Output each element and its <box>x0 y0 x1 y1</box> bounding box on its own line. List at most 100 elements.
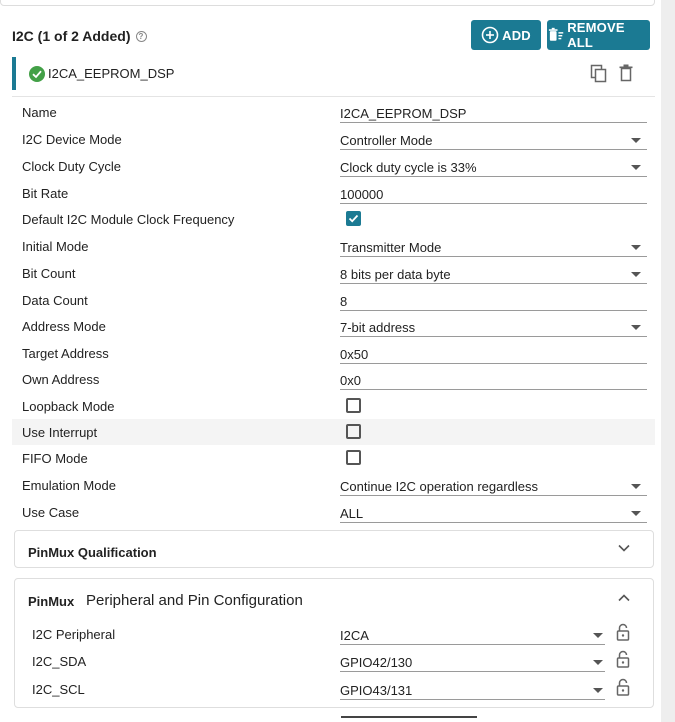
default-clock-checkbox[interactable] <box>346 211 361 226</box>
field-value: 0x0 <box>340 373 361 388</box>
field-label: Data Count <box>22 293 88 308</box>
use-case-select[interactable]: ALL <box>340 502 647 523</box>
duty-cycle-select[interactable]: Clock duty cycle is 33% <box>340 156 647 177</box>
pin-label: I2C_SCL <box>32 682 85 697</box>
scrollbar-track[interactable] <box>661 0 675 722</box>
i2c-config-panel: I2C (1 of 2 Added) ? ADD REMOVE ALL I2CA… <box>0 0 661 722</box>
device-mode-select[interactable]: Controller Mode <box>340 129 647 150</box>
section-title: I2C (1 of 2 Added) <box>12 28 131 44</box>
divider <box>12 96 655 97</box>
remove-all-button-label: REMOVE ALL <box>567 20 625 50</box>
field-row-address-mode: Address Mode 7-bit address <box>12 313 655 339</box>
field-label: Target Address <box>22 346 109 361</box>
initial-mode-select[interactable]: Transmitter Mode <box>340 236 647 257</box>
instance-name: I2CA_EEPROM_DSP <box>48 66 175 81</box>
field-label: Clock Duty Cycle <box>22 159 121 174</box>
name-input[interactable]: I2CA_EEPROM_DSP <box>340 102 647 123</box>
data-count-input[interactable]: 8 <box>340 290 647 311</box>
remove-all-button[interactable]: REMOVE ALL <box>547 20 650 50</box>
pinmux-qualification-panel[interactable]: PinMux Qualification <box>14 530 654 568</box>
field-value: 8 bits per data byte <box>340 267 451 282</box>
pin-value: I2CA <box>340 628 369 643</box>
caret-down-icon <box>631 511 641 516</box>
field-label: I2C Device Mode <box>22 132 122 147</box>
help-circle-icon[interactable]: ? <box>135 30 147 42</box>
trash-icon[interactable] <box>619 64 633 82</box>
caret-down-icon <box>631 245 641 250</box>
field-label: Emulation Mode <box>22 478 116 493</box>
pin-value: GPIO42/130 <box>340 655 413 670</box>
field-label: Bit Count <box>22 266 76 281</box>
lock-open-icon[interactable] <box>616 623 630 641</box>
panel-title: PinMux <box>28 594 75 609</box>
check-circle-icon <box>29 65 45 82</box>
pin-row-scl: I2C_SCL GPIO43/131 <box>29 676 649 702</box>
field-value: 100000 <box>340 187 384 202</box>
chevron-down-icon[interactable] <box>617 543 631 553</box>
field-row-target-address: Target Address 0x50 <box>12 340 655 366</box>
add-button-label: ADD <box>502 27 531 43</box>
field-row-use-case: Use Case ALL <box>12 499 655 525</box>
emulation-mode-select[interactable]: Continue I2C operation regardless <box>340 475 647 496</box>
field-label: Initial Mode <box>22 239 89 254</box>
field-label: Address Mode <box>22 319 106 334</box>
bit-rate-input[interactable]: 100000 <box>340 183 647 204</box>
field-label: Bit Rate <box>22 186 69 201</box>
sda-select[interactable]: GPIO42/130 <box>340 651 605 672</box>
field-row-data-count: Data Count 8 <box>12 287 655 313</box>
panel-subtitle: Peripheral and Pin Configuration <box>86 592 303 609</box>
use-interrupt-checkbox[interactable] <box>346 424 361 439</box>
field-value: Controller Mode <box>340 133 433 148</box>
field-row-use-interrupt: Use Interrupt <box>12 419 655 445</box>
own-address-input[interactable]: 0x0 <box>340 369 647 390</box>
plus-circle-icon <box>481 26 499 44</box>
field-row-duty-cycle: Clock Duty Cycle Clock duty cycle is 33% <box>12 153 655 179</box>
field-label: Use Case <box>22 505 80 520</box>
delete-sweep-icon <box>548 27 564 41</box>
pin-row-peripheral: I2C Peripheral I2CA <box>29 621 649 647</box>
field-value: Continue I2C operation regardless <box>340 479 539 494</box>
field-row-bit-rate: Bit Rate 100000 <box>12 180 655 206</box>
field-row-initial-mode: Initial Mode Transmitter Mode <box>12 233 655 259</box>
caret-down-icon <box>593 688 603 693</box>
instance-header[interactable]: I2CA_EEPROM_DSP <box>12 57 655 90</box>
caret-down-icon <box>593 660 603 665</box>
pinmux-panel: PinMux Peripheral and Pin Configuration … <box>14 578 654 708</box>
caret-down-icon <box>631 138 641 143</box>
caret-down-icon <box>631 272 641 277</box>
section-header: I2C (1 of 2 Added) ? <box>12 26 147 46</box>
field-row-device-mode: I2C Device Mode Controller Mode <box>12 126 655 152</box>
field-row-bit-count: Bit Count 8 bits per data byte <box>12 260 655 286</box>
field-value: 7-bit address <box>340 320 416 335</box>
field-value: 0x50 <box>340 347 369 362</box>
field-row-loopback: Loopback Mode <box>12 393 655 419</box>
peripheral-select[interactable]: I2CA <box>340 624 605 645</box>
field-row-own-address: Own Address 0x0 <box>12 366 655 392</box>
lock-open-icon[interactable] <box>616 650 630 668</box>
field-row-fifo: FIFO Mode <box>12 445 655 471</box>
pin-label: I2C_SDA <box>32 654 87 669</box>
field-row-emulation: Emulation Mode Continue I2C operation re… <box>12 472 655 498</box>
field-label: Name <box>22 105 57 120</box>
lock-open-icon[interactable] <box>616 678 630 696</box>
field-value: I2CA_EEPROM_DSP <box>340 106 467 121</box>
field-label: Own Address <box>22 372 100 387</box>
copy-icon[interactable] <box>590 64 608 84</box>
field-label: Loopback Mode <box>22 399 115 414</box>
target-address-input[interactable]: 0x50 <box>340 343 647 364</box>
field-label: Use Interrupt <box>22 425 98 440</box>
scl-select[interactable]: GPIO43/131 <box>340 679 605 700</box>
fifo-checkbox[interactable] <box>346 450 361 465</box>
field-value: Clock duty cycle is 33% <box>340 160 477 175</box>
add-button[interactable]: ADD <box>471 20 541 50</box>
chevron-up-icon[interactable] <box>617 593 631 603</box>
address-mode-select[interactable]: 7-bit address <box>340 316 647 337</box>
field-label: FIFO Mode <box>22 451 88 466</box>
caret-down-icon <box>631 325 641 330</box>
loopback-checkbox[interactable] <box>346 398 361 413</box>
field-label: Default I2C Module Clock Frequency <box>22 212 235 227</box>
field-value: Transmitter Mode <box>340 240 442 255</box>
bit-count-select[interactable]: 8 bits per data byte <box>340 263 647 284</box>
field-row-name: Name I2CA_EEPROM_DSP <box>12 99 655 125</box>
caret-down-icon <box>631 165 641 170</box>
